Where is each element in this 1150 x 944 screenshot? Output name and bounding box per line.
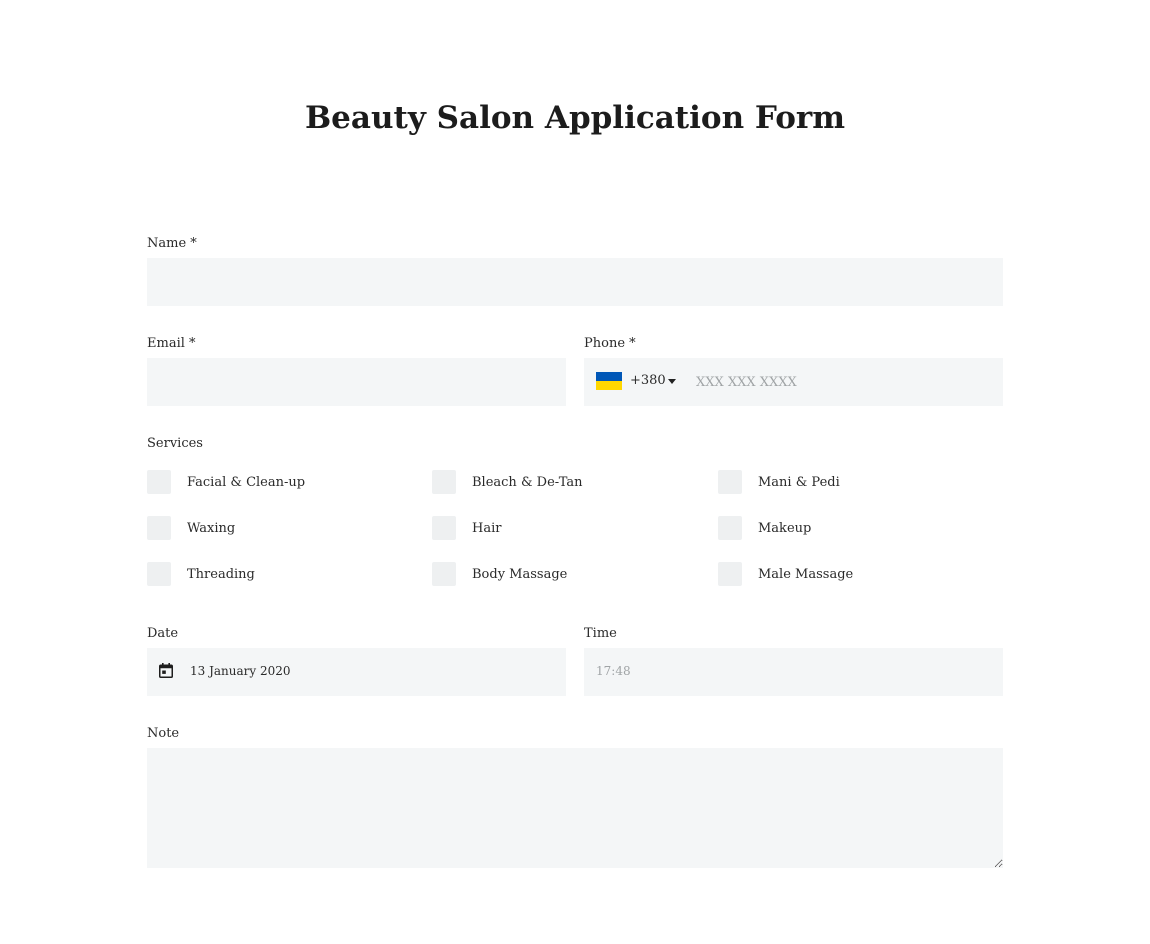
checkbox[interactable] xyxy=(718,562,742,586)
checkbox[interactable] xyxy=(432,562,456,586)
calendar-icon[interactable] xyxy=(159,663,173,678)
service-label: Bleach & De-Tan xyxy=(472,474,583,490)
checkbox[interactable] xyxy=(432,516,456,540)
note-textarea[interactable] xyxy=(147,748,1003,868)
name-input[interactable] xyxy=(147,258,1003,306)
note-label: Note xyxy=(147,726,180,741)
time-placeholder: 17:48 xyxy=(596,664,631,678)
service-option-facial[interactable]: Facial & Clean-up xyxy=(147,470,305,494)
date-value: 13 January 2020 xyxy=(190,664,291,678)
service-label: Makeup xyxy=(758,520,812,536)
services-label: Services xyxy=(147,436,203,451)
service-option-mani-pedi[interactable]: Mani & Pedi xyxy=(718,470,840,494)
service-label: Male Massage xyxy=(758,566,854,582)
time-label: Time xyxy=(584,626,617,641)
service-label: Facial & Clean-up xyxy=(187,474,306,490)
phone-dial-code[interactable]: +380 xyxy=(630,373,666,388)
time-input[interactable]: 17:48 xyxy=(584,648,1003,696)
phone-label: Phone * xyxy=(584,336,636,351)
checkbox[interactable] xyxy=(718,516,742,540)
ukraine-flag-icon[interactable] xyxy=(596,372,622,390)
checkbox[interactable] xyxy=(432,470,456,494)
service-label: Hair xyxy=(472,520,502,536)
email-label: Email * xyxy=(147,336,196,351)
date-input[interactable]: 13 January 2020 xyxy=(147,648,566,696)
service-label: Threading xyxy=(187,566,255,582)
service-label: Mani & Pedi xyxy=(758,474,840,490)
service-label: Waxing xyxy=(187,520,236,536)
checkbox[interactable] xyxy=(147,470,171,494)
service-option-male-massage[interactable]: Male Massage xyxy=(718,562,853,586)
checkbox[interactable] xyxy=(718,470,742,494)
email-input[interactable] xyxy=(147,358,566,406)
phone-input[interactable] xyxy=(688,358,1003,406)
phone-field: +380 xyxy=(584,358,1003,406)
name-label: Name * xyxy=(147,236,197,251)
service-option-makeup[interactable]: Makeup xyxy=(718,516,811,540)
service-option-threading[interactable]: Threading xyxy=(147,562,255,586)
service-option-hair[interactable]: Hair xyxy=(432,516,501,540)
checkbox[interactable] xyxy=(147,562,171,586)
service-option-body-massage[interactable]: Body Massage xyxy=(432,562,567,586)
checkbox[interactable] xyxy=(147,516,171,540)
service-option-bleach[interactable]: Bleach & De-Tan xyxy=(432,470,582,494)
service-label: Body Massage xyxy=(472,566,568,582)
chevron-down-icon[interactable] xyxy=(668,379,676,384)
page-title: Beauty Salon Application Form xyxy=(304,100,846,136)
date-label: Date xyxy=(147,626,179,641)
service-option-waxing[interactable]: Waxing xyxy=(147,516,235,540)
